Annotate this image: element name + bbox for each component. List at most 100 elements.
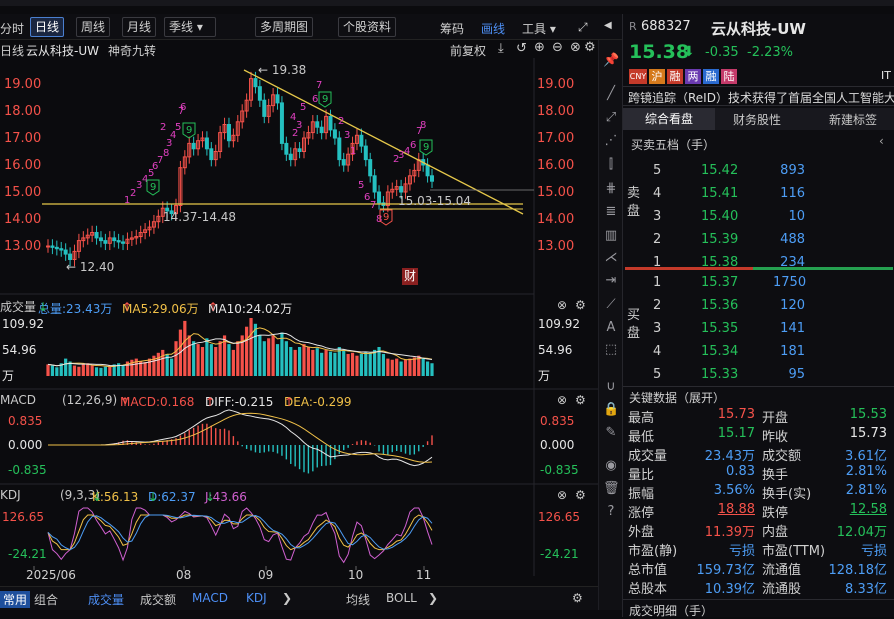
tab-combo[interactable]: 组合: [34, 591, 58, 608]
candle-body: [319, 126, 324, 134]
candle-body: [425, 164, 430, 177]
vertical-tool-icon[interactable]: ⫿: [603, 157, 619, 173]
tab-monthly[interactable]: 月线: [122, 17, 157, 37]
chart-canvas[interactable]: 19.00 19.00 18.00 18.00 17.00 17.00 16.00 16.00…: [0, 58, 598, 586]
close-icon[interactable]: ⊗: [570, 40, 581, 55]
measure-tool-icon[interactable]: ⇥: [603, 273, 619, 289]
help-icon[interactable]: ?: [603, 504, 619, 520]
sell-row[interactable]: 3 15.40 10: [623, 207, 894, 227]
sell-row[interactable]: 2 15.39 488: [623, 230, 894, 250]
chevron-right-icon-2[interactable]: ❯: [428, 591, 438, 605]
sell-row[interactable]: 4 15.41 116: [623, 184, 894, 204]
volume-bar: [315, 348, 319, 376]
buy-price: 15.33: [701, 367, 739, 382]
gear-macd-icon[interactable]: ⚙: [575, 393, 586, 407]
buy-row[interactable]: 4 15.34 181: [623, 342, 894, 362]
key-label-2: 跌停: [762, 506, 789, 521]
volume-bar: [373, 349, 377, 376]
zoom-out-icon[interactable]: ⊖: [552, 40, 563, 55]
tab-boll[interactable]: BOLL: [386, 591, 417, 605]
wave-tool-icon[interactable]: ⟋: [603, 297, 619, 313]
sell-row[interactable]: 5 15.42 893: [623, 161, 894, 181]
draw-button[interactable]: 画线: [481, 20, 505, 37]
nine-turn-label: 8: [420, 120, 426, 131]
key-label-2: 换手(实): [762, 487, 812, 502]
eye-icon[interactable]: ◉: [603, 458, 619, 474]
financial-report-badge[interactable]: 财: [402, 268, 418, 285]
gear-kdj-icon[interactable]: ⚙: [575, 488, 586, 502]
price-tick-left: 19.00: [4, 77, 41, 92]
trade-detail-header[interactable]: 成交明细（手）: [623, 599, 894, 618]
volume-ma10-value: MA10:24.02万: [208, 302, 293, 316]
key-label: 涨停: [628, 506, 655, 521]
parallel-tool-icon[interactable]: ≣: [603, 204, 619, 220]
volume-bar: [196, 344, 200, 376]
chevron-icon[interactable]: ‹: [879, 134, 884, 148]
tools-button[interactable]: 工具 ▾: [522, 20, 556, 37]
tab-quarterly[interactable]: 季线 ▾: [164, 17, 216, 37]
buy-row[interactable]: 2 15.36 120: [623, 296, 894, 316]
sell-row[interactable]: 1 15.38 234: [623, 253, 894, 273]
tab-daily[interactable]: 日线: [30, 17, 65, 37]
zoom-in-icon[interactable]: ⊕: [534, 40, 545, 55]
fib-tool-icon[interactable]: ⋕: [603, 181, 619, 197]
kdj-title: KDJ: [0, 488, 21, 502]
magnet-icon[interactable]: ∪: [603, 379, 619, 395]
chevron-left-icon[interactable]: ◀: [604, 20, 612, 31]
top-menu-strip: [0, 0, 894, 6]
undo-icon[interactable]: ↺: [516, 41, 527, 56]
close-kdj-icon[interactable]: ⊗: [557, 488, 567, 502]
fan-tool-icon[interactable]: ⋌: [603, 250, 619, 266]
tab-finance[interactable]: 财务股性: [733, 111, 781, 128]
key-value-2: 15.53: [849, 407, 887, 422]
candle-body: [279, 102, 284, 144]
pin-icon[interactable]: 📌: [603, 53, 619, 69]
indicator-bottom-bar: 常用 组合 成交量 成交额 MACD KDJ ❯ 均线 BOLL ❯ ⚙: [0, 586, 598, 610]
price-tick-right: 13.00: [537, 239, 574, 254]
chips-button[interactable]: 筹码: [440, 20, 464, 37]
text-tool-icon[interactable]: A: [603, 320, 619, 336]
sell-volume: 10: [788, 209, 805, 224]
delete-icon[interactable]: 🗑: [603, 481, 620, 497]
close-volume-icon[interactable]: ⊗: [557, 298, 567, 312]
news-ticker[interactable]: 跨镜追踪（ReID）技术获得了首届全国人工智能大: [623, 86, 894, 106]
ray-tool-icon[interactable]: ⤢: [603, 110, 619, 126]
period-label: 日线: [0, 44, 25, 58]
edit-icon[interactable]: ✎: [603, 425, 619, 441]
adjust-mode-label[interactable]: 前复权: [450, 42, 486, 59]
volume-bar: [386, 358, 390, 376]
key-label-2: 内盘: [762, 525, 789, 540]
buy-row[interactable]: 5 15.33 95: [623, 365, 894, 385]
buy-row[interactable]: 1 15.37 1750: [623, 273, 894, 293]
tab-turnover[interactable]: 成交额: [140, 591, 176, 608]
key-data-header[interactable]: 关键数据（展开）: [623, 386, 894, 405]
lock-icon[interactable]: 🔒: [603, 402, 619, 418]
tab-new[interactable]: 新建标签: [829, 111, 877, 128]
stock-profile-button[interactable]: 个股资料: [338, 17, 397, 37]
multi-period-button[interactable]: 多周期图: [255, 17, 314, 37]
buy-row[interactable]: 3 15.35 141: [623, 319, 894, 339]
line-tool-icon[interactable]: ╱: [603, 86, 619, 102]
volume-bar: [293, 349, 297, 376]
bars-tool-icon[interactable]: ▥: [603, 228, 619, 244]
shape-tool-icon[interactable]: ⬚: [603, 342, 619, 358]
tab-volume[interactable]: 成交量: [88, 591, 124, 608]
chevron-right-icon[interactable]: ❯: [282, 591, 292, 605]
gear-volume-icon[interactable]: ⚙: [575, 298, 586, 312]
industry-label: IT: [881, 69, 891, 82]
gear-icon[interactable]: ⚙: [584, 40, 596, 55]
tab-overview[interactable]: 综合看盘: [623, 108, 715, 130]
buy-volume: 141: [780, 321, 805, 336]
tab-weekly[interactable]: 周线: [76, 17, 111, 37]
candle-body: [191, 142, 196, 150]
tab-kdj[interactable]: KDJ: [246, 591, 267, 605]
download-icon[interactable]: ⤓: [498, 41, 504, 56]
close-macd-icon[interactable]: ⊗: [557, 393, 567, 407]
tab-ma[interactable]: 均线: [346, 591, 370, 608]
tab-macd[interactable]: MACD: [192, 591, 228, 605]
channel-tool-icon[interactable]: ⋰: [603, 133, 619, 149]
gear-bottom-icon[interactable]: ⚙: [572, 591, 583, 605]
tab-common[interactable]: 常用: [0, 591, 31, 608]
tab-fenshi[interactable]: 分时: [0, 20, 24, 37]
expand-icon[interactable]: ⤢: [578, 20, 588, 35]
